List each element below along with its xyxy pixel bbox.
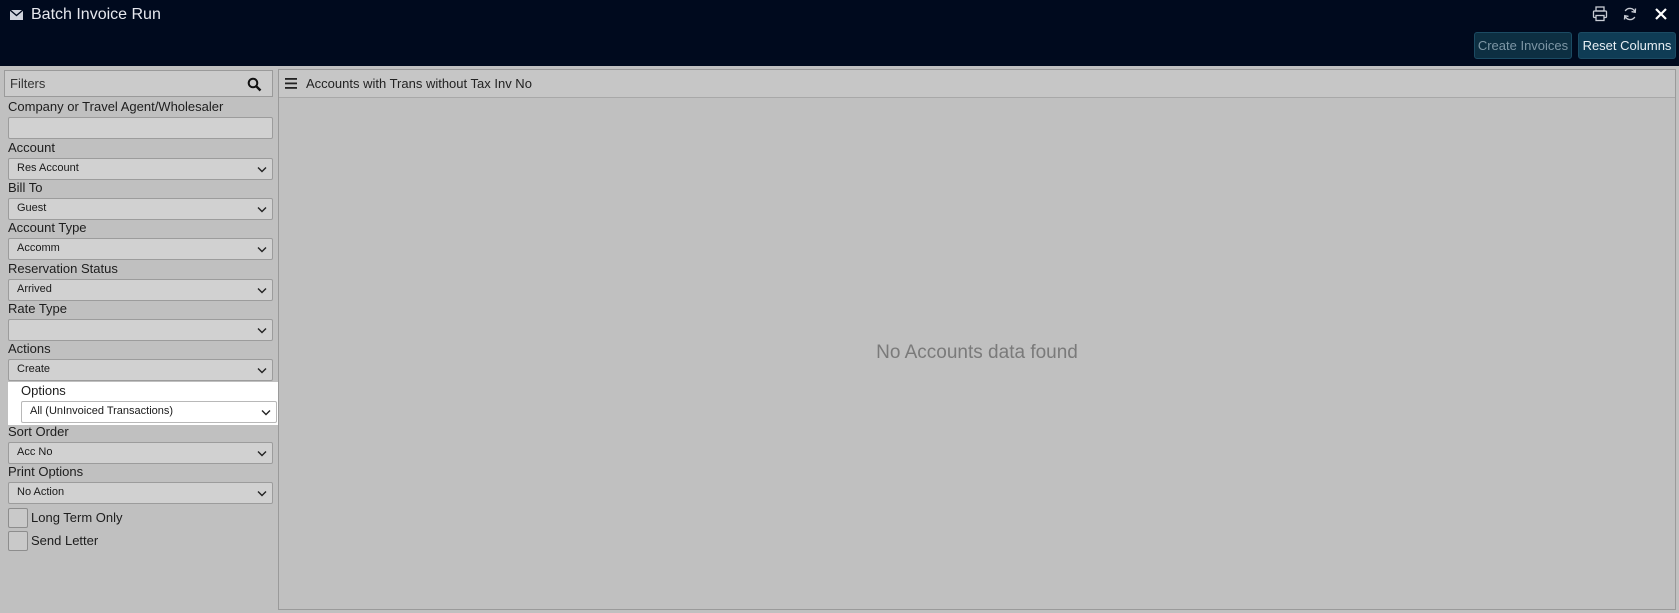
- options-label: Options: [21, 383, 66, 398]
- grid-header: Accounts with Trans without Tax Inv No: [279, 70, 1675, 98]
- options-panel: Options All (UnInvoiced Transactions): [8, 382, 283, 425]
- long-term-only-checkbox[interactable]: [8, 508, 28, 528]
- search-icon[interactable]: [247, 77, 262, 92]
- print-options-value: No Action: [17, 486, 65, 498]
- chevron-down-icon: [257, 247, 267, 253]
- send-letter-checkbox[interactable]: [8, 531, 28, 551]
- chevron-down-icon: [257, 207, 267, 213]
- rate-type-select[interactable]: [8, 319, 273, 341]
- print-options-select[interactable]: No Action: [8, 482, 273, 504]
- refresh-icon[interactable]: [1622, 6, 1638, 22]
- actions-select[interactable]: Create: [8, 359, 273, 381]
- print-options-label: Print Options: [8, 464, 84, 479]
- reservation-status-value: Arrived: [17, 283, 52, 295]
- sort-order-select[interactable]: Acc No: [8, 442, 273, 464]
- account-type-label: Account Type: [8, 220, 87, 235]
- rate-type-label: Rate Type: [8, 301, 68, 316]
- chevron-down-icon: [257, 491, 267, 497]
- bill-to-select[interactable]: Guest: [8, 198, 273, 220]
- chevron-down-icon: [257, 167, 267, 173]
- company-input[interactable]: [8, 117, 273, 139]
- print-icon[interactable]: [1592, 6, 1608, 22]
- long-term-only-label: Long Term Only: [31, 510, 123, 525]
- reset-columns-button[interactable]: Reset Columns: [1578, 32, 1676, 59]
- title-bar: Batch Invoice Run Create Invoices Reset …: [0, 0, 1679, 66]
- chevron-down-icon: [257, 288, 267, 294]
- create-invoices-button[interactable]: Create Invoices: [1474, 32, 1572, 59]
- filters-title: Filters: [10, 76, 46, 91]
- grid-title: Accounts with Trans without Tax Inv No: [306, 76, 532, 91]
- close-icon[interactable]: [1653, 6, 1669, 22]
- options-value: All (UnInvoiced Transactions): [30, 405, 174, 417]
- account-type-select[interactable]: Accomm: [8, 238, 273, 260]
- account-type-value: Accomm: [17, 242, 60, 254]
- filters-panel: Filters Company or Travel Agent/Wholesal…: [4, 70, 283, 610]
- sort-order-label: Sort Order: [8, 424, 69, 439]
- account-label: Account: [8, 140, 55, 155]
- chevron-down-icon: [257, 451, 267, 457]
- bill-to-value: Guest: [17, 202, 47, 214]
- reservation-status-label: Reservation Status: [8, 261, 118, 276]
- actions-value: Create: [17, 363, 51, 375]
- empty-state-message: No Accounts data found: [876, 342, 1078, 363]
- sort-order-value: Acc No: [17, 446, 53, 458]
- chevron-down-icon: [257, 368, 267, 374]
- menu-icon[interactable]: [285, 78, 297, 89]
- filters-header: Filters: [4, 70, 273, 97]
- reservation-status-select[interactable]: Arrived: [8, 279, 273, 301]
- company-label: Company or Travel Agent/Wholesaler: [8, 99, 224, 114]
- bill-to-label: Bill To: [8, 180, 43, 195]
- accounts-grid-panel: Accounts with Trans without Tax Inv No N…: [278, 69, 1676, 610]
- send-letter-label: Send Letter: [31, 533, 99, 548]
- options-select[interactable]: All (UnInvoiced Transactions): [21, 401, 277, 423]
- chevron-down-icon: [261, 410, 271, 416]
- account-value: Res Account: [17, 162, 79, 174]
- account-select[interactable]: Res Account: [8, 158, 273, 180]
- actions-label: Actions: [8, 341, 51, 356]
- envelope-icon: [10, 10, 23, 20]
- window-title: Batch Invoice Run: [31, 6, 161, 23]
- chevron-down-icon: [257, 328, 267, 334]
